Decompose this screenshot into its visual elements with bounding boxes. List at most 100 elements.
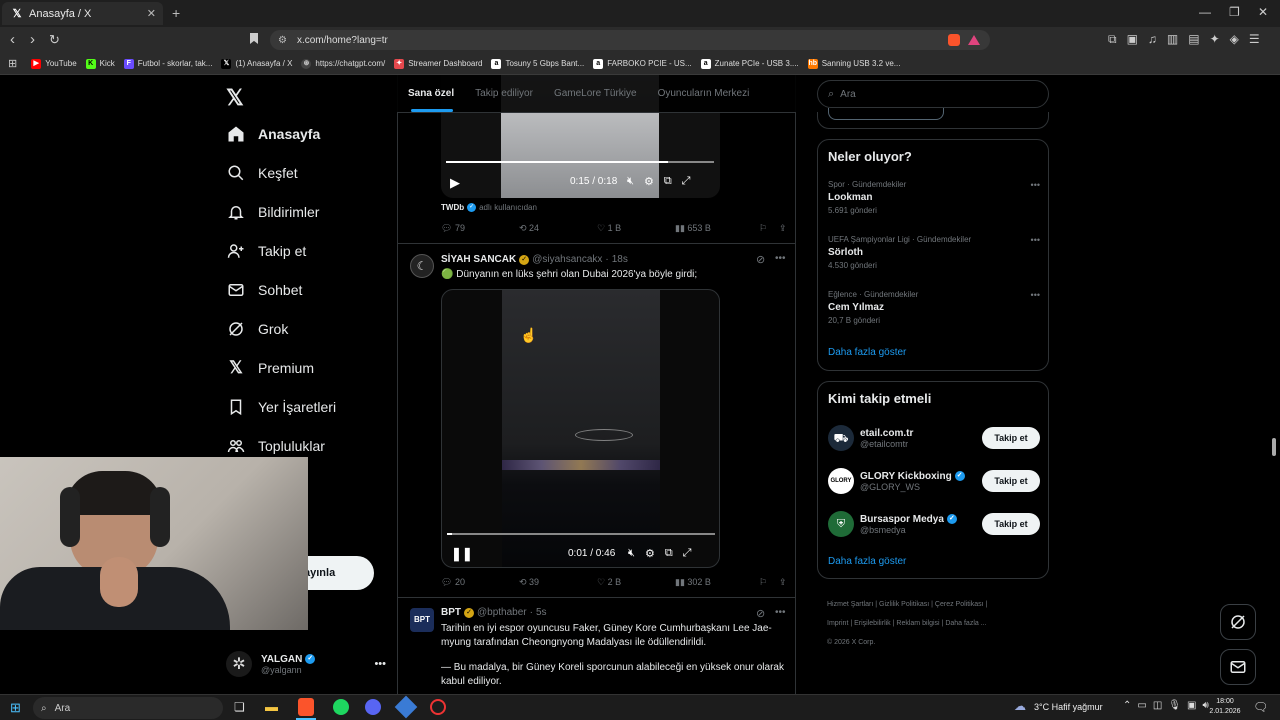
share-icon[interactable]: ⇪	[779, 577, 787, 588]
address-bar[interactable]: ⚙ x.com/home?lang=tr	[270, 30, 990, 50]
bookmark-item[interactable]: ✦ Streamer Dashboard	[394, 58, 482, 69]
brave-shield-icon[interactable]	[948, 34, 960, 46]
media-icon[interactable]: ▣	[1127, 32, 1138, 47]
nav-item-notifications[interactable]: Bildirimler	[226, 202, 319, 222]
extensions-icon[interactable]: ⧉	[1108, 32, 1117, 47]
forward-icon[interactable]: ›	[30, 31, 35, 48]
windows-start-icon[interactable]: ⊞	[10, 700, 21, 716]
bookmark-item[interactable]: ▶ YouTube	[31, 58, 77, 69]
tab-oyuncularin-merkezi[interactable]: Oyuncuların Merkezi	[658, 88, 750, 99]
bookmark-item[interactable]: ⊛ https://chatgpt.com/	[301, 58, 385, 69]
nav-item-chat[interactable]: Sohbet	[226, 280, 302, 300]
discord-icon[interactable]	[365, 699, 381, 715]
settings-icon[interactable]: ⚙	[645, 547, 655, 560]
page-scrollbar-thumb[interactable]	[1272, 438, 1276, 456]
pip-icon[interactable]: ⧉	[664, 175, 672, 188]
network-icon[interactable]: ◫	[1153, 700, 1162, 711]
bookmark-item[interactable]: a Zunate PCIe - USB 3....	[700, 58, 799, 69]
post-button[interactable]: ayınla	[300, 556, 374, 590]
reply-button[interactable]: 💬︎ 20	[441, 577, 519, 588]
repost-button[interactable]: ⟲ 39	[519, 577, 597, 588]
mute-icon[interactable]: 🔇︎	[628, 547, 635, 560]
messages-float-button[interactable]	[1220, 649, 1256, 685]
bookmark-item[interactable]: a Tosuny 5 Gbps Bant...	[491, 58, 584, 69]
brave-rewards-icon[interactable]	[968, 35, 980, 45]
follow-button[interactable]: Takip et	[982, 470, 1040, 492]
fullscreen-icon[interactable]: ⤢	[683, 547, 692, 560]
repost-button[interactable]: ⟲ 24	[519, 223, 597, 234]
notification-icon[interactable]: 🗨︎	[1253, 700, 1268, 714]
settings-icon[interactable]: ⚙	[644, 175, 654, 188]
tab-following[interactable]: Takip ediliyor	[475, 88, 533, 99]
bookmark-item[interactable]: a FARBOKO PCIE - US...	[593, 58, 692, 69]
taskbar-search[interactable]: ⌕ Ara	[33, 697, 223, 719]
avatar[interactable]: ☾	[410, 254, 434, 278]
bookmark-item[interactable]: F Futbol - skorlar, tak...	[123, 58, 212, 69]
close-tab-icon[interactable]: ✕	[147, 7, 156, 20]
nav-item-grok[interactable]: Grok	[226, 319, 288, 339]
show-more-link[interactable]: Daha fazla göster	[828, 347, 906, 358]
clock[interactable]: 18:00 2.01.2026	[1205, 697, 1245, 717]
task-view-icon[interactable]: ❏	[234, 700, 245, 714]
more-options-icon[interactable]: •••	[775, 253, 786, 264]
wallet-icon[interactable]: ▤	[1188, 32, 1199, 47]
more-options-icon[interactable]: •••	[1031, 180, 1040, 190]
follow-suggestion[interactable]: ⛨ Bursaspor Medya ✓ @bsmedya Takip et	[828, 509, 1040, 539]
like-button[interactable]: ♡ 1 B	[597, 223, 675, 234]
nav-item-premium[interactable]: 𝕏 Premium	[226, 358, 314, 378]
follow-button[interactable]: Takip et	[982, 427, 1040, 449]
more-options-icon[interactable]: •••	[1031, 235, 1040, 245]
trend-item[interactable]: Spor · Gündemdekiler Lookman 5.691 gönde…	[828, 180, 1040, 215]
avatar[interactable]: BPT	[410, 608, 434, 632]
new-tab-icon[interactable]: +	[172, 5, 180, 21]
leo-icon[interactable]: ✦	[1210, 32, 1220, 47]
grok-icon[interactable]: ⊘	[756, 253, 765, 266]
back-icon[interactable]: ‹	[10, 31, 15, 48]
trend-item[interactable]: UEFA Şampiyonlar Ligi · Gündemdekiler Sö…	[828, 235, 1040, 270]
attribution[interactable]: TWDb ✓ adlı kullanıcıdan	[441, 203, 537, 212]
browser-tab[interactable]: 𝕏 Anasayfa / X ✕	[2, 2, 163, 25]
views-button[interactable]: ▮▮ 302 B	[675, 577, 759, 588]
pause-icon[interactable]: ❚❚	[451, 546, 473, 562]
minimize-icon[interactable]: —	[1199, 5, 1211, 19]
reload-icon[interactable]: ↻	[49, 32, 60, 48]
display-icon[interactable]: ▣	[1187, 700, 1196, 711]
bookmark-icon[interactable]: ⚐	[759, 577, 779, 588]
mic-icon[interactable]: 🎙︎	[1168, 700, 1181, 711]
pip-icon[interactable]: ⧉	[665, 547, 673, 560]
bookmark-item[interactable]: 𝕏 (1) Anasayfa / X	[221, 58, 292, 69]
fullscreen-icon[interactable]: ⤢	[682, 175, 691, 188]
app-icon[interactable]	[394, 695, 418, 719]
tab-for-you[interactable]: Sana özel	[408, 88, 454, 99]
window-close-icon[interactable]: ✕	[1258, 5, 1268, 19]
more-options-icon[interactable]: •••	[374, 658, 386, 670]
views-button[interactable]: ▮▮ 653 B	[675, 223, 759, 234]
follow-suggestion[interactable]: GLORY GLORY Kickboxing ✓ @GLORY_WS Takip …	[828, 466, 1040, 496]
reply-button[interactable]: 💬︎ 79	[441, 223, 519, 234]
video-player[interactable]: ❚❚ 0:01 / 0:46 🔇︎ ⚙ ⧉ ⤢	[441, 289, 720, 568]
apps-grid-icon[interactable]: ⊞	[8, 57, 17, 70]
share-icon[interactable]: ⇪	[779, 223, 787, 234]
obs-icon[interactable]	[430, 699, 446, 715]
spotify-icon[interactable]	[333, 699, 349, 715]
nav-item-bookmarks[interactable]: Yer İşaretleri	[226, 397, 336, 417]
nav-item-home[interactable]: Anasayfa	[226, 124, 320, 144]
trend-item[interactable]: Eğlence · Gündemdekiler Cem Yılmaz 20,7 …	[828, 290, 1040, 325]
play-icon[interactable]: ▶	[450, 175, 460, 191]
grok-icon[interactable]: ⊘	[756, 607, 765, 620]
sidebar-toggle-icon[interactable]: ▥	[1167, 32, 1178, 47]
menu-icon[interactable]: ☰	[1249, 32, 1260, 47]
chevron-up-icon[interactable]: ⌃	[1123, 700, 1131, 711]
file-explorer-icon[interactable]: ▬	[265, 699, 278, 714]
vpn-icon[interactable]: ◈	[1230, 32, 1239, 47]
nav-item-communities[interactable]: Topluluklar	[226, 436, 325, 456]
like-button[interactable]: ♡ 2 B	[597, 577, 675, 588]
more-options-icon[interactable]: •••	[1031, 290, 1040, 300]
music-icon[interactable]: ♫	[1148, 32, 1157, 47]
battery-icon[interactable]: ▭	[1137, 700, 1146, 711]
follow-button[interactable]: Takip et	[982, 513, 1040, 535]
mute-icon[interactable]: 🔇︎	[627, 175, 634, 188]
follow-suggestion[interactable]: ⛟ etail.com.tr @etailcomtr Takip et	[828, 423, 1040, 453]
video-progress-track[interactable]	[446, 161, 714, 163]
grok-float-button[interactable]	[1220, 604, 1256, 640]
